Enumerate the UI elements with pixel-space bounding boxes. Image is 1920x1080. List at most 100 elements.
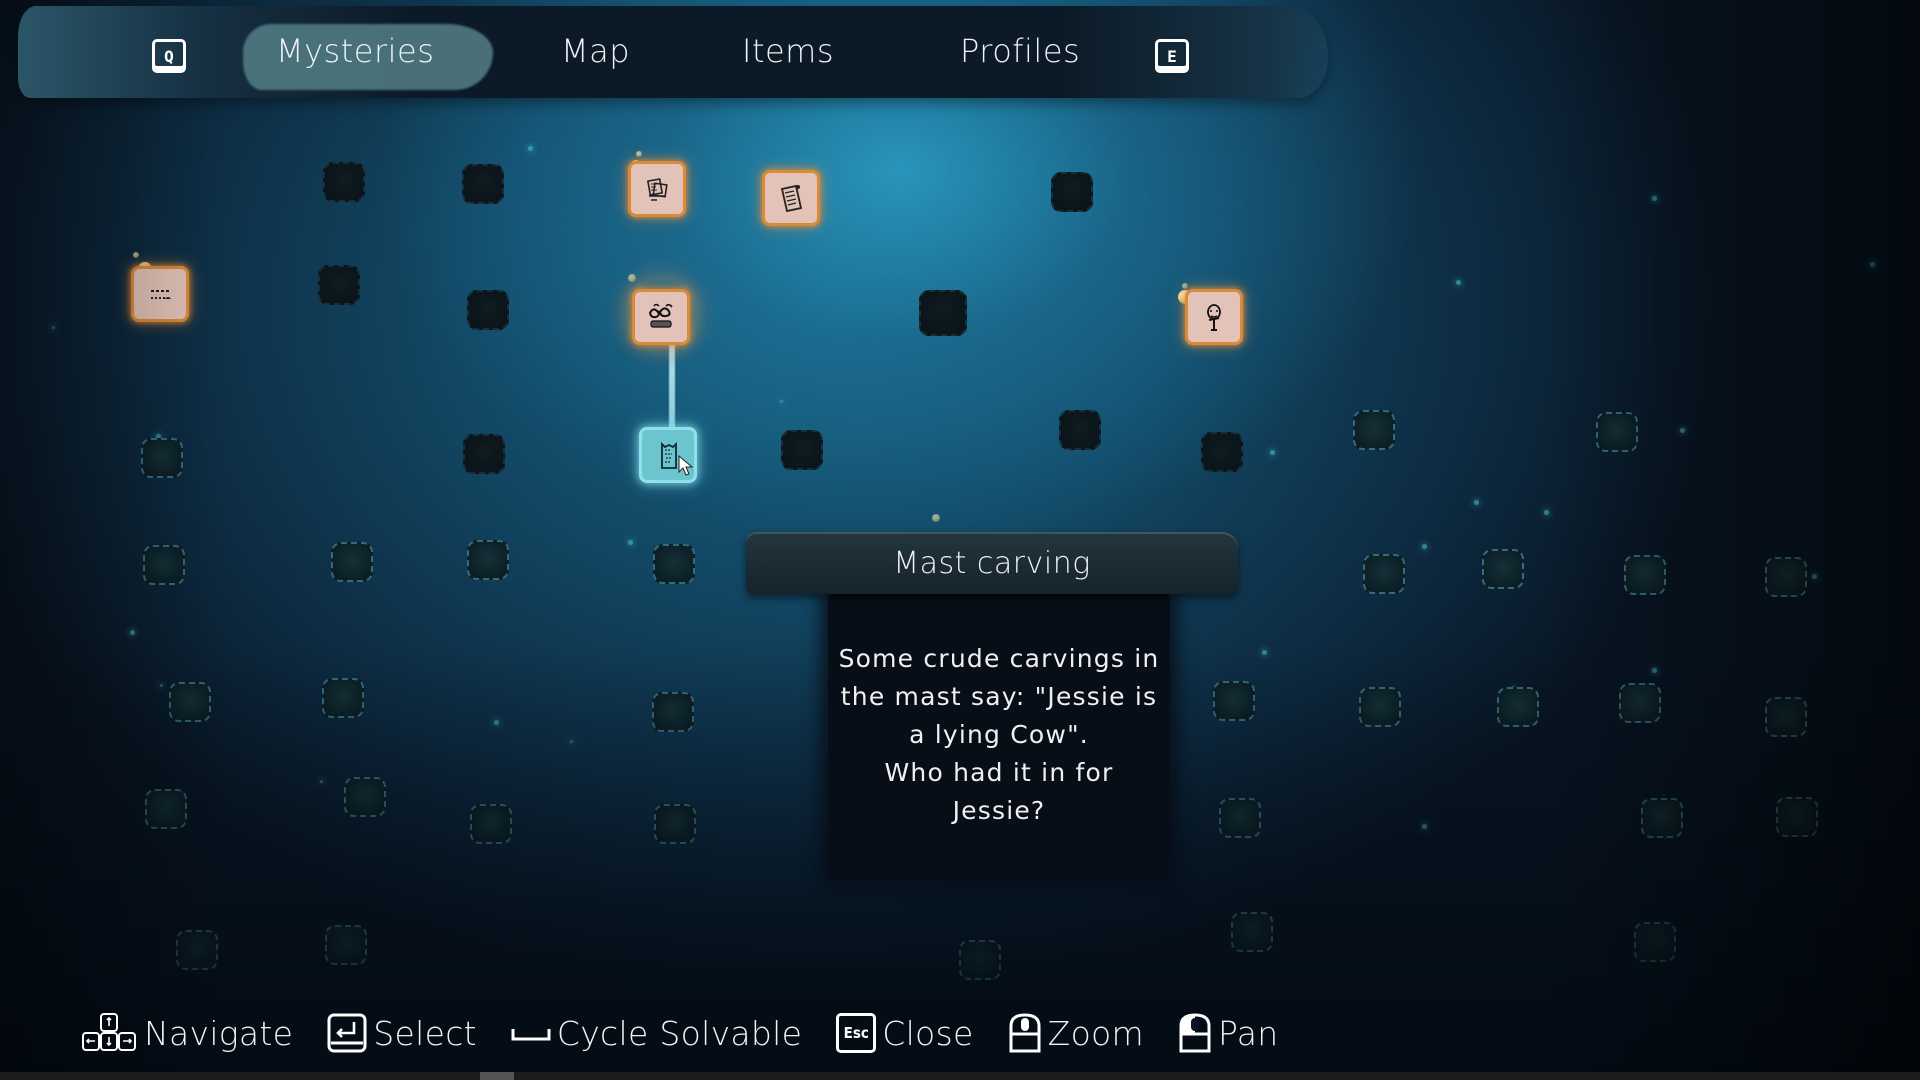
top-nav-bar: Q Mysteries Map Items Profiles E xyxy=(18,6,1328,98)
mystery-node-empty[interactable] xyxy=(1765,697,1807,737)
mystery-node-empty[interactable] xyxy=(463,434,505,474)
clue-description: Some crude carvings in the mast say: "Je… xyxy=(838,644,1160,825)
particle xyxy=(1680,428,1685,433)
mystery-node-empty[interactable] xyxy=(344,777,386,817)
mystery-node-empty[interactable] xyxy=(1201,432,1243,472)
particle xyxy=(52,326,55,329)
space-key-icon xyxy=(511,1029,551,1041)
clue-tooltip-header: Mast carving xyxy=(746,532,1238,594)
mystery-node-empty[interactable] xyxy=(331,542,373,582)
esc-key-icon: Esc xyxy=(836,1013,877,1053)
mystery-node-empty[interactable] xyxy=(1482,549,1524,589)
mystery-node-empty[interactable] xyxy=(323,162,365,202)
mystery-node-empty[interactable] xyxy=(1219,798,1261,838)
portrait-icon xyxy=(1207,304,1221,331)
mystery-node-empty[interactable] xyxy=(470,804,512,844)
mystery-node-empty[interactable] xyxy=(781,430,823,470)
particle xyxy=(1544,510,1549,515)
mystery-node-empty[interactable] xyxy=(654,804,696,844)
tab-profiles[interactable]: Profiles xyxy=(960,32,1080,70)
mystery-node-empty[interactable] xyxy=(176,930,218,970)
mystery-node-empty[interactable] xyxy=(1359,687,1401,727)
papers-icon xyxy=(646,178,668,201)
bubble xyxy=(932,514,940,522)
mystery-node-empty[interactable] xyxy=(1353,410,1395,450)
particle xyxy=(1870,262,1875,267)
particle xyxy=(130,630,135,635)
particle xyxy=(1422,544,1427,549)
tab-map[interactable]: Map xyxy=(561,32,630,70)
hint-close: Esc Close xyxy=(836,1013,973,1053)
tab-mysteries[interactable]: Mysteries xyxy=(276,32,434,70)
mystery-node-empty[interactable] xyxy=(1641,798,1683,838)
mystery-node-empty[interactable] xyxy=(467,290,509,330)
mystery-node-empty[interactable] xyxy=(919,290,967,336)
mystery-node-empty[interactable] xyxy=(1596,412,1638,452)
mystery-node-empty[interactable] xyxy=(1776,797,1818,837)
mystery-node-empty[interactable] xyxy=(318,265,360,305)
particle xyxy=(570,740,573,743)
mystery-node-empty[interactable] xyxy=(1059,410,1101,450)
mystery-node-empty[interactable] xyxy=(322,678,364,718)
arrow-keys-icon xyxy=(82,1013,136,1051)
mystery-node-empty[interactable] xyxy=(169,682,211,722)
clue-scroll[interactable] xyxy=(765,173,817,223)
clue-glasses[interactable] xyxy=(635,292,687,342)
hint-label: Pan xyxy=(1218,1013,1279,1053)
hint-label: Navigate xyxy=(144,1013,294,1053)
clue-title: Mast carving xyxy=(893,546,1091,581)
clue-portrait[interactable] xyxy=(1188,292,1240,342)
mystery-node-empty[interactable] xyxy=(1624,555,1666,595)
bubble xyxy=(636,151,642,157)
note-icon xyxy=(151,290,171,299)
particle xyxy=(1422,824,1427,829)
glasses-icon xyxy=(648,303,673,328)
mystery-node-empty[interactable] xyxy=(467,540,509,580)
clue-papers[interactable] xyxy=(631,164,683,214)
next-tab-key[interactable]: E xyxy=(1155,39,1189,73)
mystery-node-empty[interactable] xyxy=(1765,557,1807,597)
mystery-node-empty[interactable] xyxy=(1213,681,1255,721)
mystery-node-empty[interactable] xyxy=(145,789,187,829)
mystery-node-empty[interactable] xyxy=(1231,912,1273,952)
horizontal-scrollbar[interactable] xyxy=(0,1072,1920,1080)
hint-label: Cycle Solvable xyxy=(556,1013,803,1053)
hint-select: Select xyxy=(327,1013,477,1053)
particle xyxy=(1270,450,1275,455)
hint-label: Select xyxy=(373,1013,477,1053)
mystery-node-empty[interactable] xyxy=(1497,687,1539,727)
mystery-node-empty[interactable] xyxy=(1363,554,1405,594)
particle xyxy=(1812,574,1817,579)
mystery-node-empty[interactable] xyxy=(462,164,504,204)
hint-label: Close xyxy=(882,1013,974,1053)
hint-pan: Pan xyxy=(1178,1012,1278,1054)
mystery-node-empty[interactable] xyxy=(141,438,183,478)
clue-tooltip-body: Some crude carvings in the mast say: "Je… xyxy=(828,594,1170,880)
particle xyxy=(1474,500,1479,505)
mystery-node-empty[interactable] xyxy=(653,544,695,584)
mystery-node-empty[interactable] xyxy=(652,692,694,732)
tab-items[interactable]: Items xyxy=(742,32,834,70)
particle xyxy=(1262,650,1267,655)
particle xyxy=(494,720,499,725)
scrollbar-thumb[interactable] xyxy=(480,1072,514,1080)
mystery-node-empty[interactable] xyxy=(143,545,185,585)
bubble xyxy=(1182,283,1188,289)
clue-note[interactable] xyxy=(134,269,186,319)
mystery-node-empty[interactable] xyxy=(959,940,1001,980)
mystery-node-empty[interactable] xyxy=(1634,922,1676,962)
mystery-node-empty[interactable] xyxy=(1051,172,1093,212)
particle xyxy=(780,400,783,403)
control-hints-bar: Navigate Select Cycle Solvable Esc Close… xyxy=(80,1008,1312,1058)
mystery-board[interactable]: Some crude carvings in the mast say: "Je… xyxy=(0,0,1920,1072)
mystery-node-empty[interactable] xyxy=(1619,683,1661,723)
mystery-node-empty[interactable] xyxy=(325,925,367,965)
particle xyxy=(528,146,533,151)
enter-key-icon xyxy=(327,1013,367,1053)
prev-tab-key[interactable]: Q xyxy=(152,39,186,73)
hint-zoom: Zoom xyxy=(1008,1012,1144,1054)
bubble xyxy=(133,252,139,258)
hint-label: Zoom xyxy=(1047,1013,1144,1053)
particle xyxy=(1652,196,1657,201)
scroll-icon xyxy=(780,184,803,213)
